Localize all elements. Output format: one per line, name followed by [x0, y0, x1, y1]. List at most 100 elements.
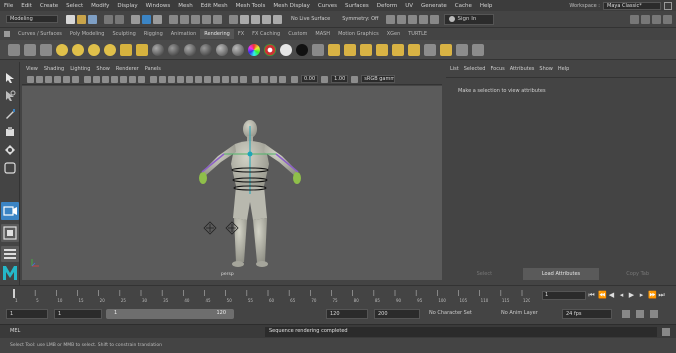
ae-menu-help[interactable]: Help: [558, 66, 569, 76]
xray-icon[interactable]: [386, 14, 396, 24]
tab-xgen[interactable]: XGen: [383, 31, 405, 37]
layered-shader-icon[interactable]: [232, 43, 244, 56]
symmetry-label[interactable]: Symmetry: Off: [342, 16, 378, 22]
shelf-settings-icon[interactable]: [4, 31, 10, 37]
tool-settings-toggle-icon[interactable]: [652, 14, 661, 24]
file-texture-icon[interactable]: [264, 43, 276, 56]
menu-uv[interactable]: UV: [401, 3, 417, 9]
camera-aim-up-icon[interactable]: [40, 43, 52, 56]
anim-prefs-icon[interactable]: [636, 310, 644, 318]
go-to-end-icon[interactable]: ⏭: [658, 291, 665, 299]
ae-menu-focus[interactable]: Focus: [490, 66, 504, 76]
viewport-menu-show[interactable]: Show: [96, 66, 110, 74]
viewport-menu-renderer[interactable]: Renderer: [116, 66, 139, 74]
camera-attributes-icon[interactable]: [36, 75, 43, 83]
wireframe-shade-icon[interactable]: [150, 75, 157, 83]
rotate-tool-icon[interactable]: [4, 144, 16, 156]
menu-cache[interactable]: Cache: [451, 3, 476, 9]
gate-mask-icon[interactable]: [111, 75, 118, 83]
script-editor-icon[interactable]: [662, 328, 670, 336]
tab-motion-graphics[interactable]: Motion Graphics: [334, 31, 383, 37]
camera-aim-icon[interactable]: [24, 43, 36, 56]
viewport-menu-shading[interactable]: Shading: [44, 66, 64, 74]
step-forward-key-icon[interactable]: ⏩: [648, 291, 657, 299]
ae-menu-attributes[interactable]: Attributes: [510, 66, 535, 76]
single-perspective-layout-icon[interactable]: [1, 202, 19, 220]
motion-blur-icon[interactable]: [222, 75, 229, 83]
modeling-toolkit-icon[interactable]: [630, 14, 639, 24]
menu-mesh-tools[interactable]: Mesh Tools: [232, 3, 270, 9]
view-transform-dropdown[interactable]: sRGB gamma: [361, 75, 396, 83]
menu-edit-mesh[interactable]: Edit Mesh: [197, 3, 232, 9]
render-current-icon[interactable]: [328, 43, 340, 56]
play-forwards-icon[interactable]: ▶: [628, 291, 635, 299]
ae-menu-selected[interactable]: Selected: [464, 66, 486, 76]
lambert-material-icon[interactable]: [168, 43, 180, 56]
snap-curve-icon[interactable]: [180, 14, 189, 24]
snap-surface-icon[interactable]: [213, 14, 222, 24]
menu-set-dropdown[interactable]: Modeling: [6, 15, 58, 23]
exposure-icon[interactable]: [291, 75, 298, 83]
hypershade-icon[interactable]: [273, 14, 282, 24]
tab-fx[interactable]: FX: [234, 31, 248, 37]
command-input[interactable]: [28, 327, 260, 337]
safe-title-icon[interactable]: [138, 75, 145, 83]
viewport-menu-view[interactable]: View: [26, 66, 38, 74]
key-icon[interactable]: [650, 310, 658, 318]
menu-deform[interactable]: Deform: [373, 3, 401, 9]
xray-components-icon[interactable]: [279, 75, 286, 83]
step-back-frame-icon[interactable]: ◀: [608, 291, 615, 299]
channel-box-toggle-icon[interactable]: [663, 14, 672, 24]
perspective-viewport[interactable]: persp: [22, 86, 442, 280]
hypershade-shelf-icon[interactable]: [376, 43, 388, 56]
select-object-icon[interactable]: [142, 14, 151, 24]
volume-light-icon[interactable]: [136, 43, 148, 56]
open-scene-icon[interactable]: [77, 14, 86, 24]
menu-curves[interactable]: Curves: [314, 3, 341, 9]
menu-display[interactable]: Display: [113, 3, 141, 9]
history-icon[interactable]: [229, 14, 238, 24]
tab-fx-caching[interactable]: FX Caching: [248, 31, 284, 37]
arnold-render-icon[interactable]: [456, 43, 468, 56]
time-slider[interactable]: 1 5 10 15 20 25 30 35 40 45 50 55 60 65 70 75 80 85 90 95 10…: [0, 285, 676, 305]
image-plane-icon[interactable]: [54, 75, 61, 83]
play-backwards-icon[interactable]: ◂: [618, 291, 625, 299]
safe-action-icon[interactable]: [129, 75, 136, 83]
smooth-shade-icon[interactable]: [408, 14, 418, 24]
bookmark-icon[interactable]: [45, 75, 52, 83]
ipr-icon[interactable]: [344, 43, 356, 56]
live-surface-label[interactable]: No Live Surface: [291, 16, 330, 22]
menu-mesh-display[interactable]: Mesh Display: [269, 3, 314, 9]
2d-pan-zoom-icon[interactable]: [63, 75, 70, 83]
range-slider-bar[interactable]: 1 120: [106, 309, 234, 319]
arnold-ipr-icon[interactable]: [472, 43, 484, 56]
menu-file[interactable]: File: [0, 3, 17, 9]
tab-animation[interactable]: Animation: [167, 31, 201, 37]
camera-icon[interactable]: [8, 43, 20, 56]
render-settings-shelf-icon[interactable]: [360, 43, 372, 56]
gamma-field[interactable]: 1.00: [331, 75, 349, 83]
grease-pencil-icon[interactable]: [72, 75, 79, 83]
ambient-light-icon[interactable]: [56, 43, 68, 56]
four-view-layout-icon[interactable]: [1, 224, 19, 242]
save-scene-icon[interactable]: [88, 14, 97, 24]
scale-tool-icon[interactable]: [4, 162, 16, 174]
color-management-icon[interactable]: [351, 75, 359, 83]
viewport-menu-panels[interactable]: Panels: [145, 66, 161, 74]
exposure-field[interactable]: 0.00: [301, 75, 319, 83]
menu-edit[interactable]: Edit: [17, 3, 36, 9]
tab-curves-surfaces[interactable]: Curves / Surfaces: [14, 31, 66, 37]
render-view-icon[interactable]: [312, 43, 324, 56]
lasso-tool-icon[interactable]: [4, 90, 16, 102]
current-time-marker[interactable]: [13, 289, 15, 298]
move-tool-icon[interactable]: [4, 126, 16, 138]
outliner-layout-icon[interactable]: [1, 246, 19, 262]
fps-dropdown[interactable]: 24 fps: [562, 309, 612, 319]
auto-key-icon[interactable]: [622, 310, 630, 318]
menu-surfaces[interactable]: Surfaces: [341, 3, 373, 9]
menu-generate[interactable]: Generate: [417, 3, 451, 9]
resolution-gate-icon[interactable]: [102, 75, 109, 83]
grid-toggle-icon[interactable]: [84, 75, 91, 83]
select-button[interactable]: Select: [446, 268, 523, 280]
spot-light-icon[interactable]: [104, 43, 116, 56]
